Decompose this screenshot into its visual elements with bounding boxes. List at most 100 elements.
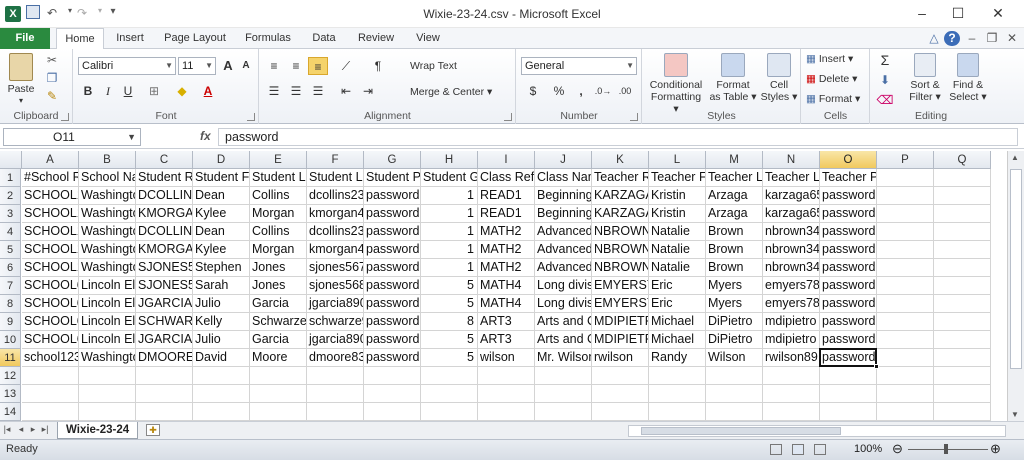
grow-font-button[interactable]: A [218, 57, 238, 75]
cell-o4[interactable]: password [820, 223, 877, 241]
column-header-h[interactable]: H [421, 151, 478, 169]
cell-b1[interactable]: School Name [79, 169, 136, 187]
cell-f1[interactable]: Student Login [307, 169, 364, 187]
cell-p6[interactable] [877, 259, 934, 277]
cell-a9[interactable]: SCHOOL678 [22, 313, 79, 331]
cell-c4[interactable]: DCOLLINS [136, 223, 193, 241]
cell-k1[interactable]: Teacher Reference [592, 169, 649, 187]
first-sheet-icon[interactable]: |◂ [2, 424, 12, 435]
row-header-7[interactable]: 7 [0, 277, 21, 295]
cell-b13[interactable] [79, 385, 136, 403]
cell-p13[interactable] [877, 385, 934, 403]
cell-n6[interactable]: nbrown34 [763, 259, 820, 277]
cell-e13[interactable] [250, 385, 307, 403]
workbook-restore-icon[interactable]: ❐ [984, 31, 1000, 46]
cell-o1[interactable]: Teacher Password [820, 169, 877, 187]
cell-n13[interactable] [763, 385, 820, 403]
cell-c11[interactable]: DMOORE [136, 349, 193, 367]
cell-c3[interactable]: KMORGAN [136, 205, 193, 223]
align-right-icon[interactable]: ☰ [308, 82, 328, 100]
cell-p7[interactable] [877, 277, 934, 295]
cell-l2[interactable]: Kristin [649, 187, 706, 205]
scroll-down-icon[interactable]: ▼ [1011, 410, 1019, 419]
cell-m7[interactable]: Myers [706, 277, 763, 295]
cell-l7[interactable]: Eric [649, 277, 706, 295]
cell-l6[interactable]: Natalie [649, 259, 706, 277]
cell-j4[interactable]: Advanced [535, 223, 592, 241]
cell-e11[interactable]: Moore [250, 349, 307, 367]
cell-d3[interactable]: Kylee [193, 205, 250, 223]
paste-button[interactable]: Paste ▾ [4, 53, 38, 107]
cell-c1[interactable]: Student Reference [136, 169, 193, 187]
cell-n3[interactable]: karzaga65 [763, 205, 820, 223]
row-header-9[interactable]: 9 [0, 313, 21, 331]
cell-e7[interactable]: Jones [250, 277, 307, 295]
cell-a4[interactable]: SCHOOL123 [22, 223, 79, 241]
cell-p5[interactable] [877, 241, 934, 259]
fill-color-icon[interactable]: ◆ [172, 82, 192, 100]
cell-p14[interactable] [877, 403, 934, 421]
cell-j7[interactable]: Long divis [535, 277, 592, 295]
row-header-11[interactable]: 11 [0, 349, 21, 367]
cell-p1[interactable] [877, 169, 934, 187]
cell-j3[interactable]: Beginning [535, 205, 592, 223]
alignment-launcher-icon[interactable] [504, 113, 512, 121]
cell-n14[interactable] [763, 403, 820, 421]
column-header-k[interactable]: K [592, 151, 649, 169]
cell-q11[interactable] [934, 349, 991, 367]
cell-d8[interactable]: Julio [193, 295, 250, 313]
cell-l13[interactable] [649, 385, 706, 403]
cell-f10[interactable]: jgarcia890 [307, 331, 364, 349]
cell-m11[interactable]: Wilson [706, 349, 763, 367]
paragraph-icon[interactable]: ¶ [368, 57, 388, 75]
cell-c13[interactable] [136, 385, 193, 403]
cell-n5[interactable]: nbrown34 [763, 241, 820, 259]
cell-d11[interactable]: David [193, 349, 250, 367]
cell-e10[interactable]: Garcia [250, 331, 307, 349]
cell-g3[interactable]: password [364, 205, 421, 223]
cell-o2[interactable]: password [820, 187, 877, 205]
cell-c14[interactable] [136, 403, 193, 421]
page-layout-view-icon[interactable] [792, 444, 804, 455]
font-color-icon[interactable]: A [198, 82, 218, 100]
scroll-up-icon[interactable]: ▲ [1011, 153, 1019, 162]
column-header-d[interactable]: D [193, 151, 250, 169]
sort-filter-button[interactable]: Sort & Filter ▾ [905, 53, 945, 103]
cell-c8[interactable]: JGARCIA8 [136, 295, 193, 313]
cell-e14[interactable] [250, 403, 307, 421]
cell-e12[interactable] [250, 367, 307, 385]
workbook-close-icon[interactable]: ✕ [1004, 31, 1020, 46]
cell-d10[interactable]: Julio [193, 331, 250, 349]
increase-indent-icon[interactable]: ⇥ [358, 82, 378, 100]
column-header-b[interactable]: B [79, 151, 136, 169]
cell-o6[interactable]: password [820, 259, 877, 277]
cell-p3[interactable] [877, 205, 934, 223]
tab-formulas[interactable]: Formulas [240, 28, 296, 49]
cell-f4[interactable]: dcollins23 [307, 223, 364, 241]
cell-f3[interactable]: kmorgan45 [307, 205, 364, 223]
cell-o7[interactable]: password [820, 277, 877, 295]
cell-k7[interactable]: EMYERS78 [592, 277, 649, 295]
cut-icon[interactable]: ✂ [42, 51, 62, 69]
column-header-f[interactable]: F [307, 151, 364, 169]
row-header-13[interactable]: 13 [0, 385, 21, 403]
cell-a7[interactable]: SCHOOL678 [22, 277, 79, 295]
cell-c6[interactable]: SJONES56 [136, 259, 193, 277]
cell-j9[interactable]: Arts and C [535, 313, 592, 331]
cell-g6[interactable]: password [364, 259, 421, 277]
cell-f6[interactable]: sjones567 [307, 259, 364, 277]
cell-k11[interactable]: rwilson [592, 349, 649, 367]
cell-k12[interactable] [592, 367, 649, 385]
cell-q1[interactable] [934, 169, 991, 187]
cell-m2[interactable]: Arzaga [706, 187, 763, 205]
cell-m14[interactable] [706, 403, 763, 421]
cell-e6[interactable]: Jones [250, 259, 307, 277]
format-as-table-button[interactable]: Format as Table ▾ [709, 53, 757, 103]
cell-b8[interactable]: Lincoln Ele [79, 295, 136, 313]
cell-styles-button[interactable]: Cell Styles ▾ [759, 53, 799, 103]
cell-a2[interactable]: SCHOOL123 [22, 187, 79, 205]
cell-q4[interactable] [934, 223, 991, 241]
orientation-icon[interactable]: ⟋ [336, 57, 356, 75]
sheet-tab[interactable]: Wixie-23-24 [57, 422, 139, 439]
cell-a6[interactable]: SCHOOL123 [22, 259, 79, 277]
